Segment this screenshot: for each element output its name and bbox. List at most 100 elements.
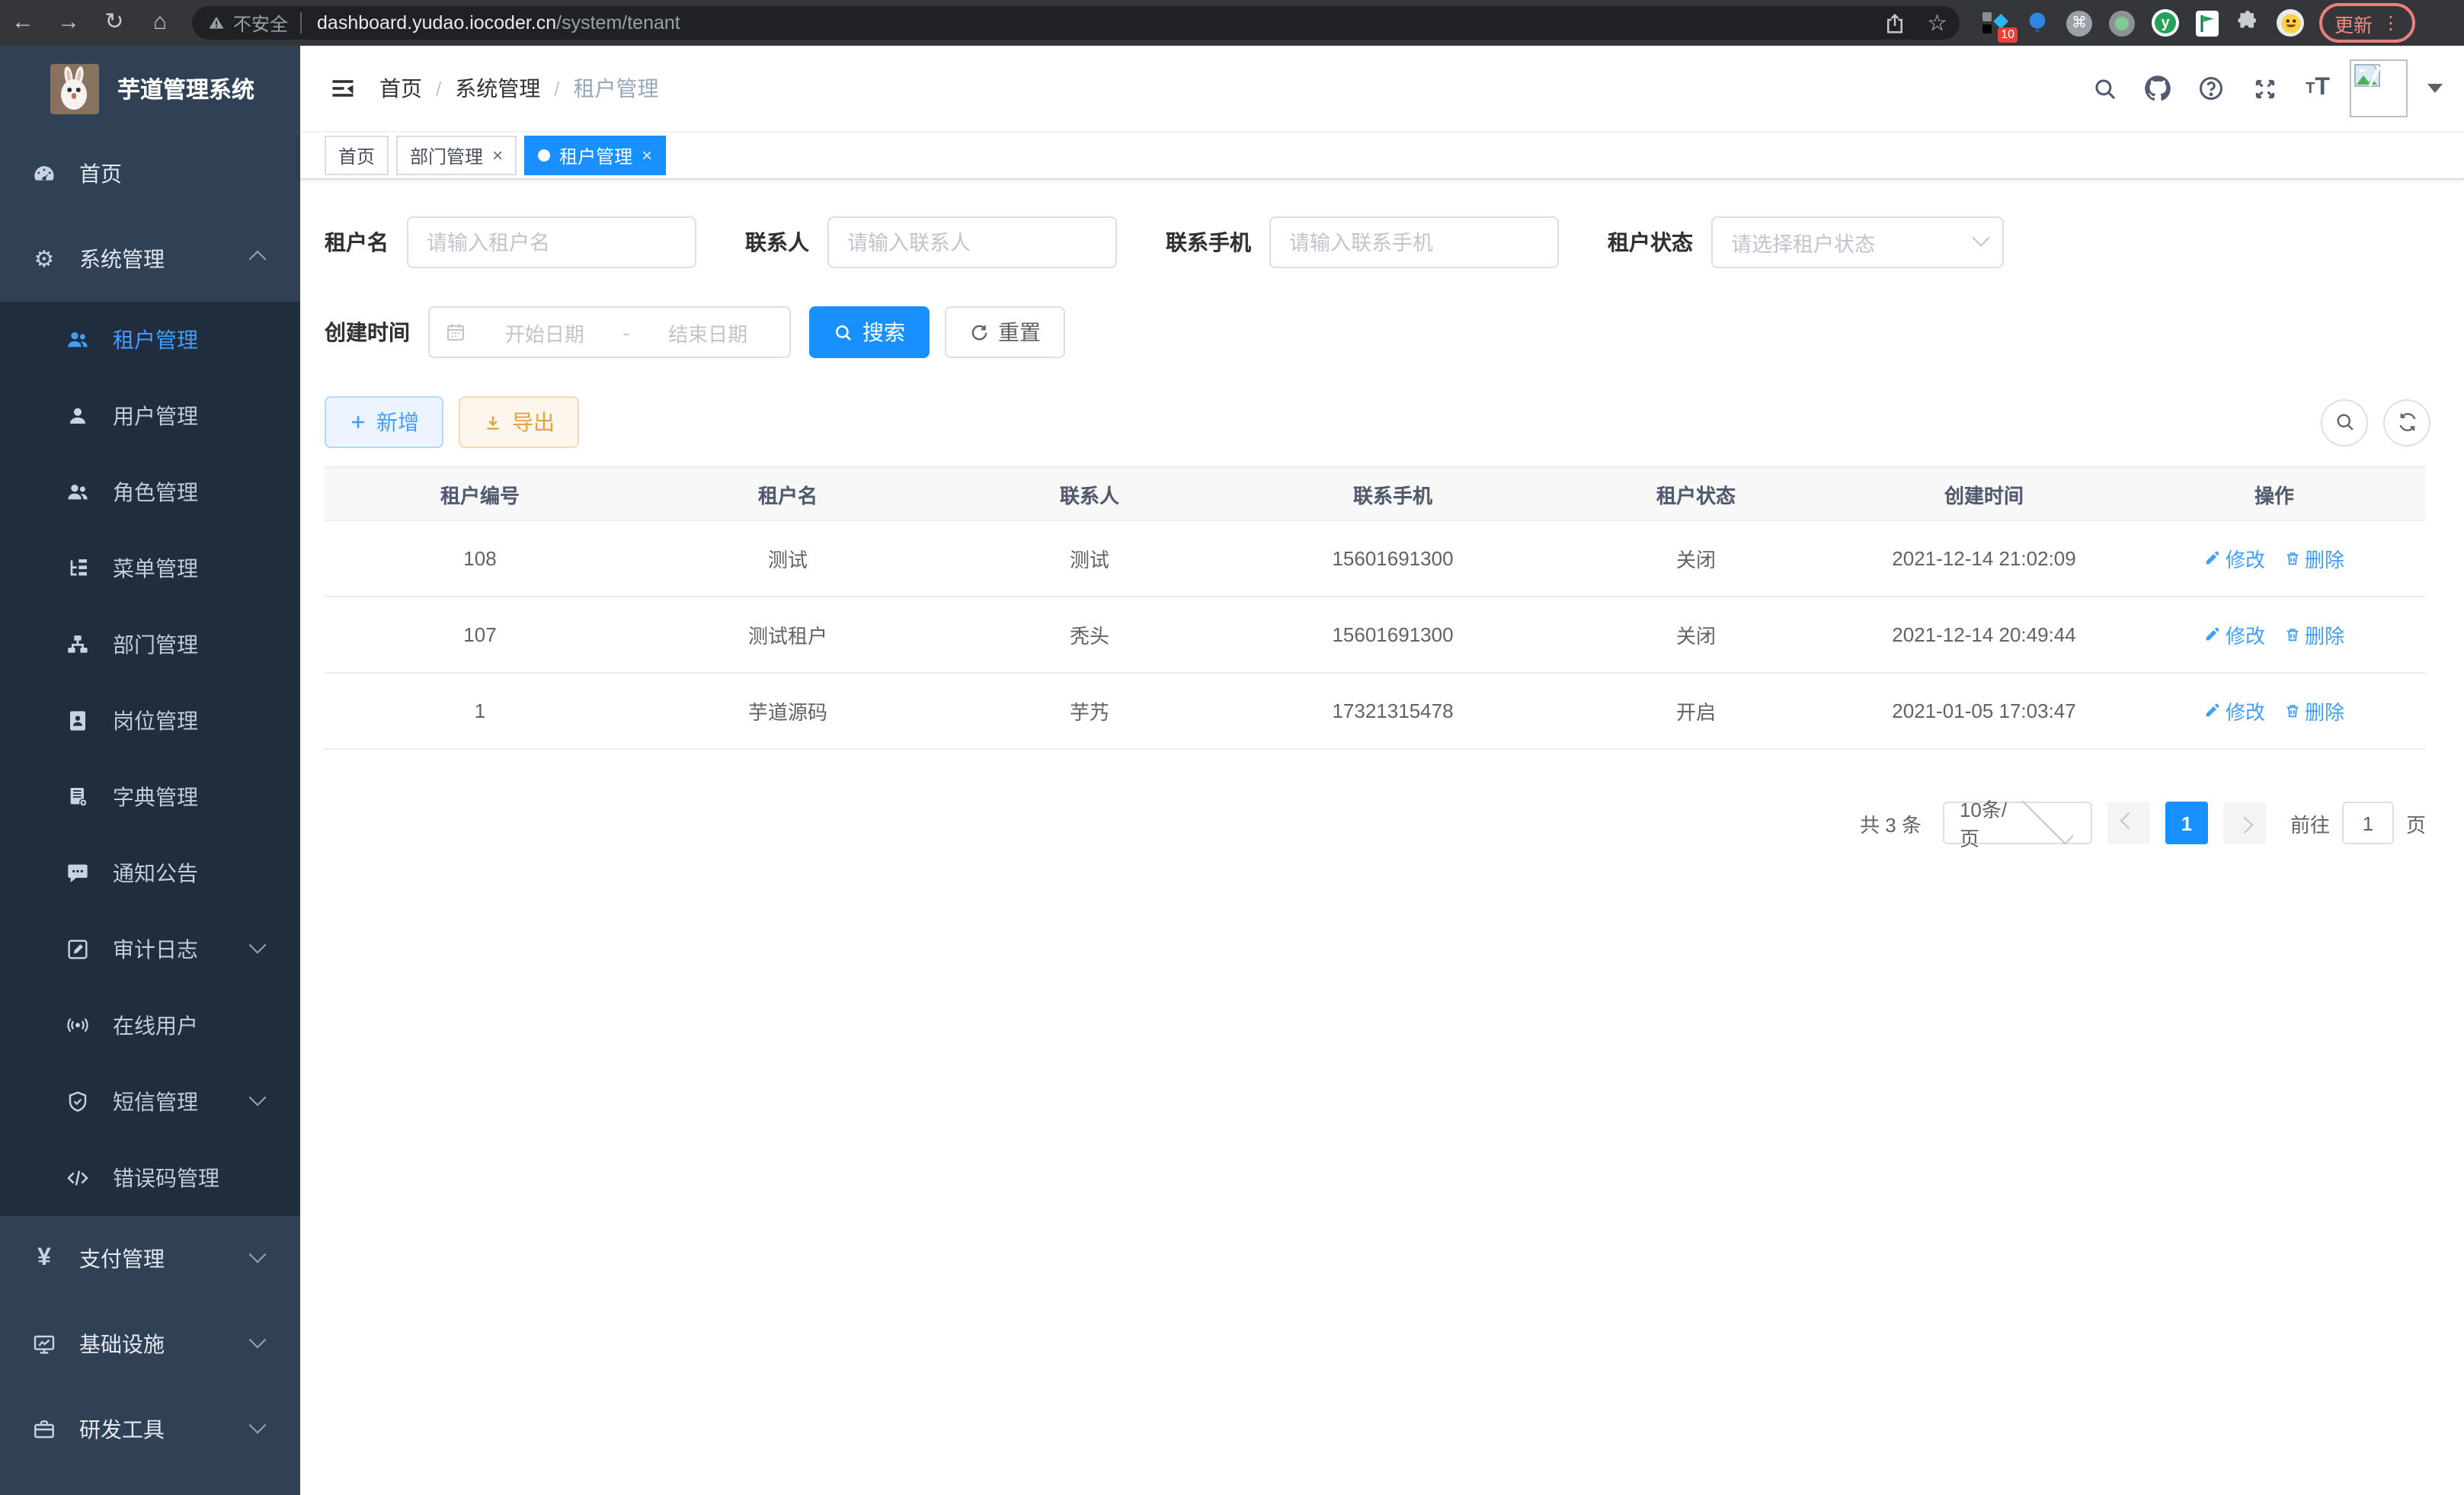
edit-link[interactable]: 修改 bbox=[2204, 620, 2265, 649]
sidebar-item-dict[interactable]: 字典管理 bbox=[0, 759, 300, 835]
avatar-dropdown-caret[interactable] bbox=[2427, 84, 2443, 93]
avatar[interactable] bbox=[2350, 59, 2408, 117]
extension-recorder-icon[interactable] bbox=[2109, 10, 2135, 36]
col-header-mobile: 联系手机 bbox=[1239, 479, 1547, 508]
date-end-placeholder[interactable]: 结束日期 bbox=[642, 318, 774, 347]
breadcrumb-system[interactable]: 系统管理 bbox=[455, 73, 540, 104]
sidebar-item-label: 基础设施 bbox=[79, 1329, 165, 1359]
tenant-name-input[interactable] bbox=[407, 216, 696, 268]
add-button[interactable]: 新增 bbox=[325, 396, 443, 448]
shield-check-icon bbox=[66, 1090, 90, 1114]
tenant-name-label: 租户名 bbox=[325, 227, 389, 258]
chevron-down-icon bbox=[249, 1417, 267, 1434]
forward-icon[interactable]: → bbox=[46, 0, 91, 46]
sidebar-item-system[interactable]: ⚙ 系统管理 bbox=[0, 216, 300, 302]
edit-link[interactable]: 修改 bbox=[2204, 696, 2265, 725]
browser-update-button[interactable]: 更新 ⋮ bbox=[2319, 3, 2415, 43]
sidebar-item-audit-log[interactable]: 审计日志 bbox=[0, 911, 300, 988]
breadcrumb-home[interactable]: 首页 bbox=[379, 73, 422, 104]
code-icon bbox=[66, 1166, 90, 1190]
table-toolbar: 新增 导出 bbox=[325, 396, 2430, 448]
chevron-down-icon bbox=[249, 1089, 267, 1106]
sidebar-item-devtools[interactable]: 研发工具 bbox=[0, 1387, 300, 1472]
cell-contact: 芋艿 bbox=[940, 696, 1239, 725]
close-icon[interactable] bbox=[642, 146, 652, 165]
sidebar-item-label: 角色管理 bbox=[113, 477, 198, 507]
help-icon[interactable] bbox=[2190, 67, 2232, 110]
app-logo[interactable]: 芋道管理系统 bbox=[0, 46, 300, 131]
search-button[interactable]: 搜索 bbox=[809, 306, 930, 358]
home-icon[interactable]: ⌂ bbox=[137, 0, 183, 46]
message-icon bbox=[66, 861, 90, 885]
github-icon[interactable] bbox=[2136, 67, 2179, 110]
extension-flag-icon[interactable] bbox=[2196, 10, 2219, 36]
show-search-toggle-button[interactable] bbox=[2321, 399, 2368, 446]
sidebar-item-label: 支付管理 bbox=[79, 1244, 165, 1274]
browser-toolbar: ← → ↻ ⌂ 不安全 dashboard.yudao.iocoder.cn/s… bbox=[0, 0, 2464, 46]
edit-link[interactable]: 修改 bbox=[2204, 544, 2265, 573]
sidebar-item-pay[interactable]: ¥ 支付管理 bbox=[0, 1216, 300, 1301]
cell-created: 2021-12-14 20:49:44 bbox=[1845, 623, 2123, 646]
sidebar-item-infra[interactable]: 基础设施 bbox=[0, 1301, 300, 1387]
contact-label: 联系人 bbox=[745, 227, 809, 258]
mobile-input[interactable] bbox=[1269, 216, 1559, 268]
sidebar-item-post[interactable]: 岗位管理 bbox=[0, 683, 300, 759]
sidebar-item-label: 租户管理 bbox=[113, 325, 198, 355]
back-icon[interactable]: ← bbox=[0, 0, 46, 46]
sidebar-item-errorcode[interactable]: 错误码管理 bbox=[0, 1140, 300, 1216]
extension-emoji-icon[interactable] bbox=[2277, 9, 2304, 37]
user-icon bbox=[66, 404, 90, 428]
mobile-label: 联系手机 bbox=[1166, 227, 1251, 258]
reset-button[interactable]: 重置 bbox=[945, 306, 1065, 358]
sidebar-item-role[interactable]: 角色管理 bbox=[0, 454, 300, 530]
sidebar-item-home[interactable]: 首页 bbox=[0, 131, 300, 216]
header-search-icon[interactable] bbox=[2083, 67, 2126, 110]
tab-tenant[interactable]: 租户管理 bbox=[524, 136, 666, 175]
tab-dept[interactable]: 部门管理 bbox=[396, 136, 517, 175]
extension-balloon-icon[interactable] bbox=[2025, 11, 2050, 35]
col-header-id: 租户编号 bbox=[325, 479, 635, 508]
refresh-table-button[interactable] bbox=[2383, 399, 2430, 446]
sidebar-item-user[interactable]: 用户管理 bbox=[0, 378, 300, 454]
contact-input[interactable] bbox=[827, 216, 1117, 268]
delete-link[interactable]: 删除 bbox=[2283, 620, 2344, 649]
close-icon[interactable] bbox=[492, 146, 503, 165]
bookmark-star-icon[interactable]: ☆ bbox=[1927, 11, 1947, 34]
extension-tabs-icon[interactable]: 10 bbox=[1981, 9, 2008, 37]
sidebar-item-tenant[interactable]: 租户管理 bbox=[0, 302, 300, 378]
tab-label: 租户管理 bbox=[559, 142, 632, 168]
browser-menu-icon[interactable]: ⋮ bbox=[2382, 12, 2400, 34]
add-button-label: 新增 bbox=[376, 407, 419, 437]
page-number-current[interactable]: 1 bbox=[2165, 802, 2208, 844]
sidebar-item-dept[interactable]: 部门管理 bbox=[0, 607, 300, 683]
status-label: 租户状态 bbox=[1608, 227, 1693, 258]
goto-page-input[interactable] bbox=[2342, 802, 2394, 844]
prev-page-button[interactable] bbox=[2107, 802, 2150, 844]
delete-link[interactable]: 删除 bbox=[2283, 544, 2344, 573]
status-select[interactable]: 请选择租户状态 bbox=[1711, 216, 2004, 268]
extension-puzzle-icon[interactable] bbox=[2235, 11, 2260, 35]
date-range-picker[interactable]: 开始日期 - 结束日期 bbox=[428, 306, 791, 358]
share-icon[interactable] bbox=[1883, 11, 1906, 34]
export-button[interactable]: 导出 bbox=[459, 396, 579, 448]
address-bar[interactable]: 不安全 dashboard.yudao.iocoder.cn/system/te… bbox=[192, 6, 1960, 40]
next-page-button[interactable] bbox=[2223, 802, 2266, 844]
page-size-select[interactable]: 10条/页 bbox=[1943, 802, 2092, 844]
sidebar-item-sms[interactable]: 短信管理 bbox=[0, 1064, 300, 1140]
sidebar-collapse-icon[interactable] bbox=[315, 61, 370, 116]
col-header-created: 创建时间 bbox=[1845, 479, 2123, 508]
font-size-icon[interactable]: TT bbox=[2296, 67, 2339, 110]
sidebar-item-notice[interactable]: 通知公告 bbox=[0, 835, 300, 911]
extension-cmd-icon[interactable]: ⌘ bbox=[2066, 10, 2092, 36]
calendar-icon bbox=[445, 322, 466, 343]
security-label[interactable]: 不安全 bbox=[233, 10, 288, 36]
screen: ← → ↻ ⌂ 不安全 dashboard.yudao.iocoder.cn/s… bbox=[0, 0, 2464, 1495]
sidebar-item-online-users[interactable]: 在线用户 bbox=[0, 988, 300, 1064]
fullscreen-icon[interactable] bbox=[2243, 67, 2286, 110]
extension-yudao-icon[interactable]: y bbox=[2152, 9, 2179, 37]
date-start-placeholder[interactable]: 开始日期 bbox=[478, 318, 611, 347]
sidebar-item-menu-mgmt[interactable]: 菜单管理 bbox=[0, 530, 300, 607]
reload-icon[interactable]: ↻ bbox=[91, 0, 137, 46]
tab-home[interactable]: 首页 bbox=[325, 136, 389, 175]
delete-link[interactable]: 删除 bbox=[2283, 696, 2344, 725]
